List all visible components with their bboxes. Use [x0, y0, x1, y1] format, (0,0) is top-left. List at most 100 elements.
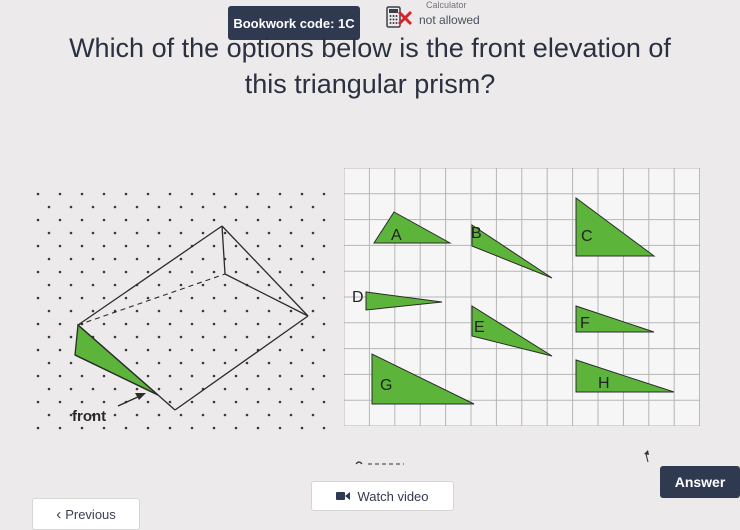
- grid-dot: [168, 270, 172, 274]
- grid-dot: [234, 270, 238, 274]
- grid-dot: [289, 335, 293, 339]
- grid-dot: [212, 270, 216, 274]
- grid-dot: [179, 283, 183, 287]
- grid-dot: [212, 348, 216, 352]
- grid-dot: [245, 231, 249, 235]
- video-camera-icon: [336, 492, 351, 500]
- grid-dot: [69, 205, 73, 209]
- grid-dot: [190, 270, 194, 274]
- grid-dot: [278, 244, 282, 248]
- grid-dot: [234, 244, 238, 248]
- grid-dot: [300, 270, 304, 274]
- grid-dot: [58, 270, 62, 274]
- grid-dot: [300, 426, 304, 430]
- grid-dot: [300, 218, 304, 222]
- grid-dot: [190, 426, 194, 430]
- prism-edges: [74, 225, 309, 411]
- grid-dot: [146, 192, 150, 196]
- answer-button[interactable]: Answer: [660, 466, 740, 498]
- grid-dot: [245, 257, 249, 261]
- grid-dot: [179, 205, 183, 209]
- grid-dot: [201, 205, 205, 209]
- grid-dot: [47, 361, 51, 365]
- grid-dot: [267, 309, 271, 313]
- grid-dot: [311, 257, 315, 261]
- grid-dot: [234, 400, 238, 404]
- grid-dot: [223, 283, 227, 287]
- grid-dot: [190, 400, 194, 404]
- grid-dot: [289, 257, 293, 261]
- grid-dot: [179, 257, 183, 261]
- grid-dot: [47, 205, 51, 209]
- grid-dot: [190, 218, 194, 222]
- grid-dot: [102, 322, 106, 326]
- grid-dot: [36, 218, 40, 222]
- grid-dot: [36, 374, 40, 378]
- grid-dot: [113, 231, 117, 235]
- grid-dot: [113, 257, 117, 261]
- grid-dot: [300, 322, 304, 326]
- option-d-label: D: [352, 289, 364, 306]
- grid-dot: [256, 322, 260, 326]
- grid-dot: [190, 322, 194, 326]
- grid-dot: [278, 192, 282, 196]
- grid-dot: [168, 192, 172, 196]
- grid-dot: [102, 270, 106, 274]
- grid-dot: [135, 205, 139, 209]
- grid-dot: [201, 231, 205, 235]
- grid-dot: [278, 322, 282, 326]
- grid-dot: [47, 231, 51, 235]
- grid-dot: [113, 205, 117, 209]
- question-line-1: Which of the options below is the front …: [69, 33, 671, 63]
- grid-dot: [124, 348, 128, 352]
- grid-dot: [289, 231, 293, 235]
- option-a-label: A: [391, 227, 402, 244]
- grid-dot: [234, 192, 238, 196]
- grid-dot: [300, 374, 304, 378]
- grid-dot: [69, 309, 73, 313]
- grid-dot: [69, 283, 73, 287]
- chevron-left-icon: ‹: [56, 505, 62, 523]
- grid-dot: [278, 374, 282, 378]
- grid-dot: [179, 387, 183, 391]
- grid-dot: [102, 426, 106, 430]
- grid-dot: [58, 322, 62, 326]
- grid-dot: [91, 257, 95, 261]
- grid-dot: [322, 270, 326, 274]
- grid-dot: [36, 296, 40, 300]
- grid-dot: [135, 413, 139, 417]
- grid-dot: [91, 309, 95, 313]
- grid-dot: [157, 335, 161, 339]
- grid-dot: [201, 283, 205, 287]
- grid-dot: [80, 296, 84, 300]
- grid-dot: [58, 296, 62, 300]
- grid-dot: [234, 426, 238, 430]
- grid-dot: [289, 205, 293, 209]
- grid-dot: [69, 361, 73, 365]
- calculator-label: Calculator: [426, 0, 467, 10]
- grid-dot: [91, 205, 95, 209]
- grid-dot: [36, 400, 40, 404]
- grid-dot: [267, 257, 271, 261]
- grid-dot: [245, 205, 249, 209]
- grid-dot: [69, 257, 73, 261]
- watch-video-button[interactable]: Watch video: [311, 481, 454, 511]
- grid-dot: [245, 387, 249, 391]
- grid-dot: [245, 335, 249, 339]
- grid-dot: [80, 270, 84, 274]
- grid-dot: [36, 322, 40, 326]
- grid-dot: [91, 283, 95, 287]
- isometric-dot-grid: [36, 192, 326, 430]
- grid-dot: [234, 348, 238, 352]
- grid-dot: [278, 296, 282, 300]
- grid-dot: [135, 335, 139, 339]
- grid-dot: [300, 348, 304, 352]
- grid-dot: [212, 218, 216, 222]
- previous-button[interactable]: ‹ Previous: [32, 498, 140, 530]
- grid-dot: [168, 374, 172, 378]
- grid-dot: [146, 426, 150, 430]
- grid-dot: [322, 348, 326, 352]
- grid-dot: [212, 296, 216, 300]
- grid-dot: [168, 400, 172, 404]
- grid-dot: [190, 348, 194, 352]
